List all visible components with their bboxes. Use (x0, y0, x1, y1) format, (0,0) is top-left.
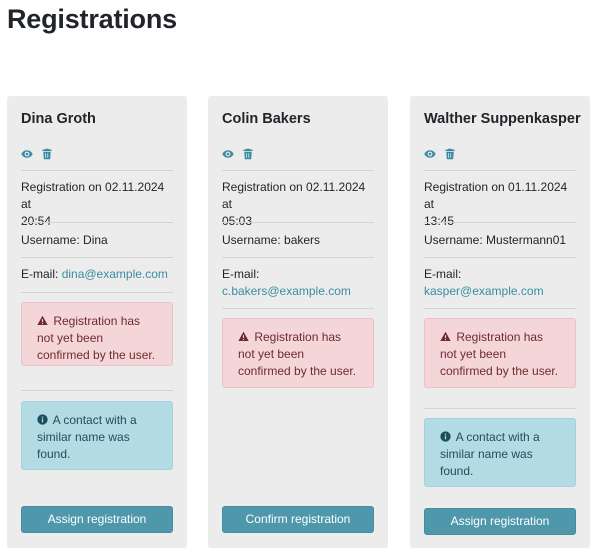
trash-icon[interactable] (242, 148, 254, 160)
divider (21, 292, 173, 293)
email-label: E-mail: (222, 267, 260, 281)
card-name: Walther Suppenkasper (424, 111, 581, 127)
info-alert: A contact with a similar name was found. (424, 418, 576, 487)
registration-date-line1: Registration on 02.11.2024 at (222, 180, 366, 211)
eye-icon[interactable] (21, 148, 33, 160)
divider (424, 170, 576, 171)
assign-registration-button[interactable]: Assign registration (21, 506, 173, 533)
email-label: E-mail: (21, 267, 59, 281)
warning-alert: Registration has not yet been confirmed … (21, 302, 173, 366)
email-link[interactable]: c.bakers@example.com (222, 284, 351, 298)
warning-alert: Registration has not yet been confirmed … (424, 318, 576, 388)
eye-icon[interactable] (424, 148, 436, 160)
info-text: A contact with a similar name was found. (37, 413, 137, 461)
assign-registration-button[interactable]: Assign registration (424, 508, 576, 535)
card-actions (21, 147, 53, 161)
warning-triangle-icon (440, 331, 451, 342)
trash-icon[interactable] (444, 148, 456, 160)
email: E-mail: c.bakers@example.com (222, 266, 376, 300)
confirm-registration-button[interactable]: Confirm registration (222, 506, 374, 533)
registration-card: Walther Suppenkasper Registration on 01.… (410, 96, 590, 548)
username: Username: Dina (21, 233, 108, 247)
registration-date-line1: Registration on 02.11.2024 at (21, 180, 165, 211)
divider (222, 222, 374, 223)
registration-date-line1: Registration on 01.11.2024 at (424, 180, 568, 211)
email-link[interactable]: kasper@example.com (424, 284, 544, 298)
info-circle-icon (440, 431, 451, 442)
divider (21, 222, 173, 223)
divider (222, 308, 374, 309)
divider (21, 170, 173, 171)
eye-icon[interactable] (222, 148, 234, 160)
card-name: Colin Bakers (222, 111, 311, 127)
card-name: Dina Groth (21, 111, 96, 127)
trash-icon[interactable] (41, 148, 53, 160)
email-link[interactable]: dina@example.com (62, 267, 168, 281)
registration-card: Colin Bakers Registration on 02.11.2024 … (208, 96, 388, 548)
email: E-mail: kasper@example.com (424, 266, 578, 300)
warning-triangle-icon (37, 315, 48, 326)
divider (424, 308, 576, 309)
page-title: Registrations (7, 4, 177, 34)
warning-text: Registration has not yet been confirmed … (238, 330, 357, 378)
warning-text: Registration has not yet been confirmed … (37, 314, 156, 362)
warning-triangle-icon (238, 331, 249, 342)
warning-text: Registration has not yet been confirmed … (440, 330, 559, 378)
divider (424, 222, 576, 223)
warning-alert: Registration has not yet been confirmed … (222, 318, 374, 388)
card-actions (222, 147, 254, 161)
divider (424, 257, 576, 258)
divider (21, 257, 173, 258)
divider (222, 257, 374, 258)
info-alert: A contact with a similar name was found. (21, 401, 173, 470)
username: Username: bakers (222, 233, 321, 247)
email-label: E-mail: (424, 267, 462, 281)
username: Username: Mustermann01 (424, 233, 567, 247)
divider (222, 170, 374, 171)
info-circle-icon (37, 414, 48, 425)
card-actions (424, 147, 456, 161)
divider (21, 390, 173, 391)
registration-card: Dina Groth Registration on 02.11.2024 at… (7, 96, 187, 548)
divider (424, 408, 576, 409)
info-text: A contact with a similar name was found. (440, 430, 540, 478)
email: E-mail: dina@example.com (21, 266, 175, 283)
